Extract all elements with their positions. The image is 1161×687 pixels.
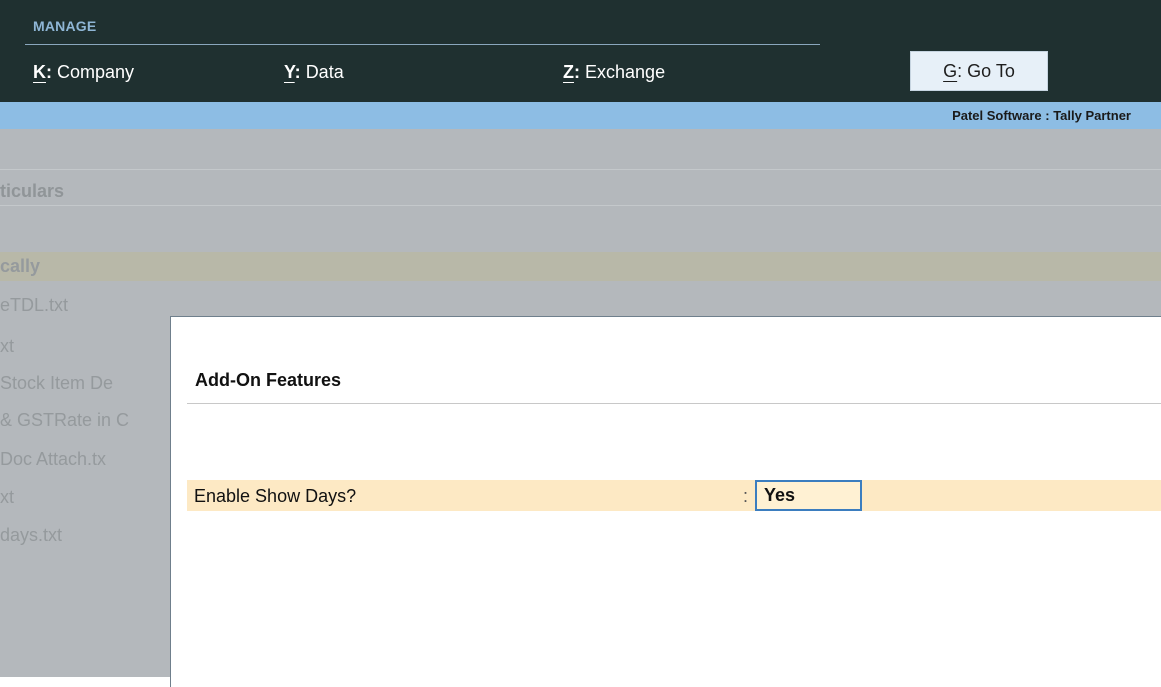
list-item: Stock Item De — [0, 373, 114, 393]
partner-name: Patel Software : Tally Partner — [952, 108, 1131, 123]
menu-data-key: Y — [284, 62, 295, 82]
enable-show-days-row[interactable]: Enable Show Days? : Yes — [187, 480, 1161, 511]
bg-divider — [0, 205, 1161, 206]
bg-column-header: ticulars — [0, 181, 65, 201]
menu-company-key: K — [33, 62, 46, 82]
dialog-divider — [187, 403, 1161, 404]
list-item: Doc Attach.tx — [0, 449, 107, 469]
list-item: days.txt — [0, 525, 63, 545]
list-item: cally — [0, 256, 41, 276]
list-item: eTDL.txt — [0, 295, 69, 315]
menu-company[interactable]: K: Company — [33, 62, 134, 83]
partner-strip: Patel Software : Tally Partner — [0, 102, 1161, 129]
list-item: & GSTRate in C — [0, 410, 130, 430]
menu-data-label: Data — [305, 62, 344, 82]
goto-label: Go To — [967, 61, 1015, 81]
menu-exchange[interactable]: Z: Exchange — [563, 62, 665, 83]
goto-key: G — [943, 61, 958, 81]
enable-show-days-input[interactable]: Yes — [755, 480, 862, 511]
menu-company-label: Company — [57, 62, 135, 82]
menu-exchange-label: Exchange — [585, 62, 666, 82]
menu-data[interactable]: Y: Data — [284, 62, 344, 83]
bg-divider — [0, 169, 1161, 170]
manage-section-label: MANAGE — [33, 18, 97, 34]
enable-show-days-label: Enable Show Days? — [194, 486, 357, 506]
manage-divider — [25, 44, 820, 45]
goto-button[interactable]: G: Go To — [910, 51, 1048, 91]
add-on-features-dialog: Add-On Features Enable Show Days? : Yes — [170, 316, 1161, 687]
bg-selected-row — [0, 252, 1161, 281]
top-menu-bar: MANAGE K: Company Y: Data Z: Exchange G:… — [0, 0, 1161, 102]
list-item: xt — [0, 336, 15, 356]
menu-exchange-key: Z — [563, 62, 574, 82]
field-colon: : — [743, 486, 749, 506]
list-item: xt — [0, 487, 15, 507]
dialog-title: Add-On Features — [195, 370, 342, 390]
